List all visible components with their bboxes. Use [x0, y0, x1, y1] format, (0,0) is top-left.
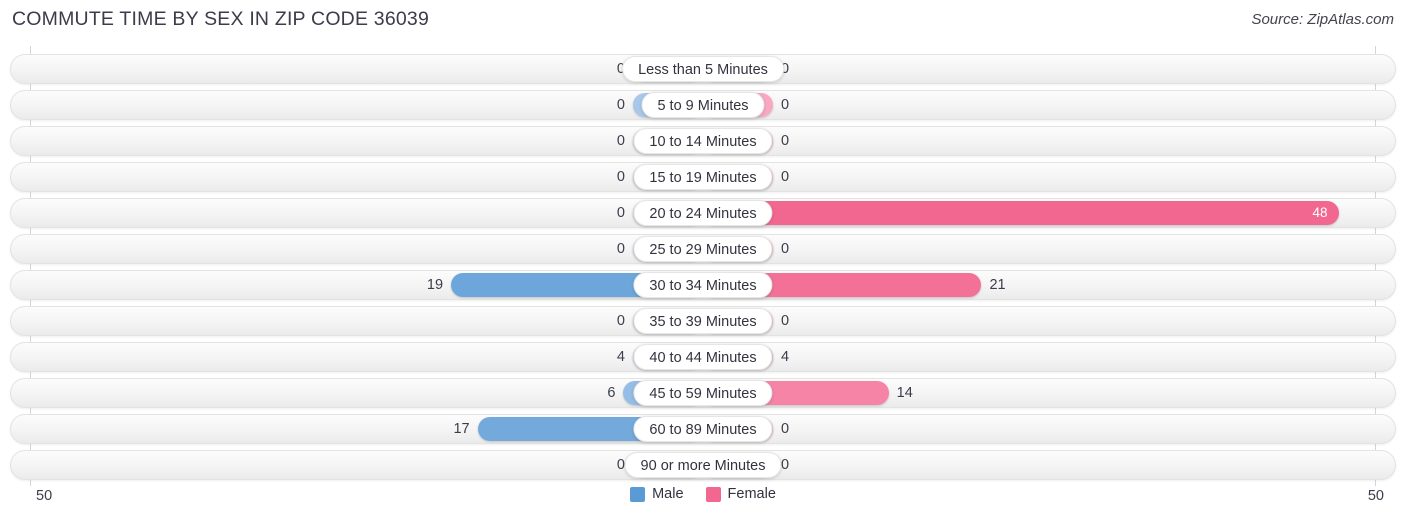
table-row: 0 0 10 to 14 Minutes: [10, 126, 1396, 156]
value-label-female: 0: [781, 97, 790, 113]
value-label-male: 17: [453, 421, 470, 437]
category-label: 20 to 24 Minutes: [633, 200, 773, 226]
value-label-female: 0: [781, 61, 790, 77]
value-label-male: 0: [616, 61, 625, 77]
value-label-male: 0: [616, 133, 625, 149]
value-label-male: 0: [616, 457, 625, 473]
value-label-female: 4: [781, 349, 790, 365]
category-label: Less than 5 Minutes: [622, 56, 784, 82]
value-label-female: 21: [989, 277, 1006, 293]
category-label: 90 or more Minutes: [624, 452, 782, 478]
legend-label: Male: [652, 486, 684, 502]
table-row: 0 0 35 to 39 Minutes: [10, 306, 1396, 336]
legend-swatch-icon: [630, 486, 646, 502]
category-label: 10 to 14 Minutes: [633, 128, 773, 154]
table-row: 6 14 45 to 59 Minutes: [10, 378, 1396, 408]
legend-item-female[interactable]: Female: [705, 486, 776, 502]
legend-label: Female: [727, 486, 776, 502]
category-label: 15 to 19 Minutes: [633, 164, 773, 190]
value-label-female: 0: [781, 241, 790, 257]
table-row: 19 21 30 to 34 Minutes: [10, 270, 1396, 300]
table-row: 0 48 20 to 24 Minutes: [10, 198, 1396, 228]
value-label-male: 0: [616, 313, 625, 329]
value-label-male: 0: [616, 97, 625, 113]
value-label-female: 0: [781, 313, 790, 329]
value-label-male: 0: [616, 241, 625, 257]
category-label: 25 to 29 Minutes: [633, 236, 773, 262]
table-row: 4 4 40 to 44 Minutes: [10, 342, 1396, 372]
legend: Male Female: [0, 486, 1406, 502]
value-label-female: 0: [781, 169, 790, 185]
table-row: 17 0 60 to 89 Minutes: [10, 414, 1396, 444]
value-label-female: 14: [896, 385, 913, 401]
value-label-male: 6: [607, 385, 616, 401]
value-label-male: 19: [426, 277, 444, 293]
value-label-female: 0: [781, 421, 790, 437]
legend-swatch-icon: [705, 486, 721, 502]
table-row: 0 0 25 to 29 Minutes: [10, 234, 1396, 264]
value-label-female: 48: [1312, 205, 1328, 220]
page-title: COMMUTE TIME BY SEX IN ZIP CODE 36039: [12, 8, 430, 30]
value-label-female: 0: [781, 457, 790, 473]
category-label: 5 to 9 Minutes: [641, 92, 765, 118]
table-row: 0 0 15 to 19 Minutes: [10, 162, 1396, 192]
category-label: 35 to 39 Minutes: [633, 308, 773, 334]
category-label: 60 to 89 Minutes: [633, 416, 773, 442]
category-label: 45 to 59 Minutes: [633, 380, 773, 406]
value-label-male: 0: [616, 169, 625, 185]
bar-female[interactable]: [703, 201, 1340, 225]
legend-item-male[interactable]: Male: [630, 486, 684, 502]
value-label-male: 4: [616, 349, 625, 365]
chart-root: COMMUTE TIME BY SEX IN ZIP CODE 36039 So…: [0, 0, 1406, 522]
table-row: 0 0 Less than 5 Minutes: [10, 54, 1396, 84]
table-row: 0 0 90 or more Minutes: [10, 450, 1396, 480]
table-row: 0 0 5 to 9 Minutes: [10, 90, 1396, 120]
category-label: 40 to 44 Minutes: [633, 344, 773, 370]
plot-area: 0 0 Less than 5 Minutes 0 0 5 to 9 Minutes 0 0 1…: [0, 46, 1406, 486]
category-label: 30 to 34 Minutes: [633, 272, 773, 298]
source-label: Source: ZipAtlas.com: [1251, 11, 1394, 28]
value-label-male: 0: [616, 205, 625, 221]
value-label-female: 0: [781, 133, 790, 149]
